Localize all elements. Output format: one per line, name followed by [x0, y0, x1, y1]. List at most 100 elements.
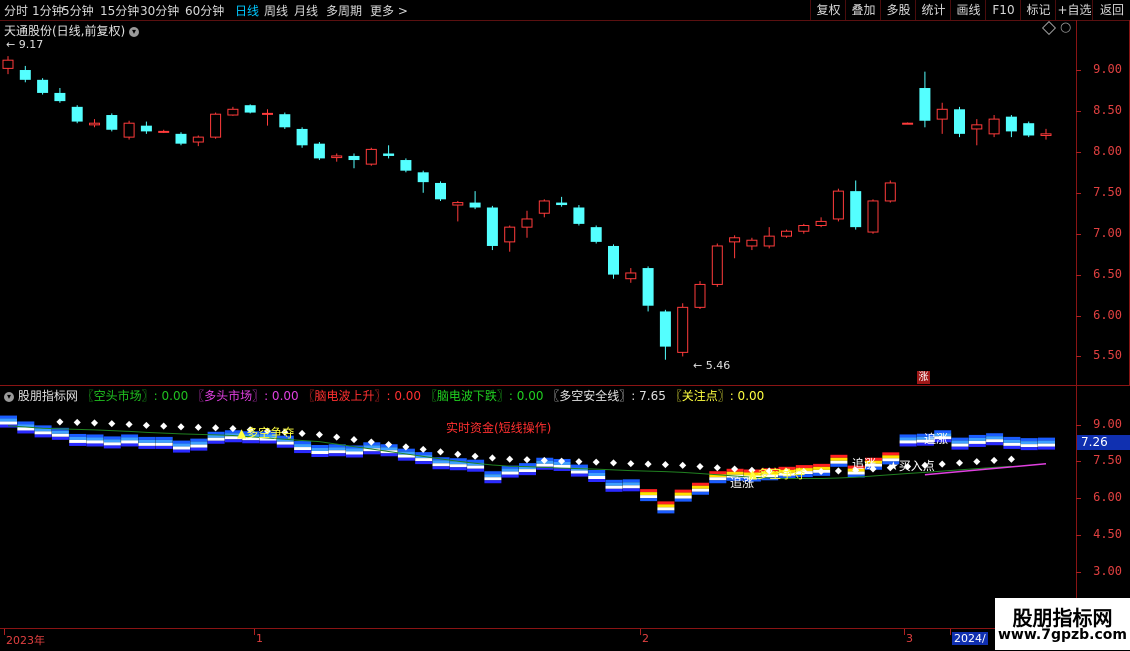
- toolbar-button-3[interactable]: 统计: [915, 0, 951, 20]
- candle: [573, 205, 585, 226]
- safety-dot: [609, 459, 618, 467]
- period-tab-2[interactable]: 5分钟: [62, 2, 94, 19]
- period-tab-9[interactable]: 多周期: [326, 2, 362, 19]
- ribbon-segment: [519, 463, 536, 476]
- safety-dot: [108, 420, 116, 428]
- period-tab-4[interactable]: 30分钟: [140, 2, 179, 19]
- chart-annotation: 实时资金(短线操作): [446, 421, 552, 435]
- toolbar-button-7[interactable]: +自选: [1055, 0, 1093, 20]
- ribbon-segment: [968, 434, 986, 447]
- period-tab-10[interactable]: 更多 >: [370, 2, 408, 19]
- ribbon-segment: [121, 434, 139, 447]
- period-tab-6[interactable]: 日线: [235, 2, 259, 19]
- safety-dot: [471, 452, 479, 460]
- safety-dot: [142, 421, 150, 429]
- toolbar-button-0[interactable]: 复权: [810, 0, 846, 20]
- price-tick-label: 8.50: [1093, 102, 1122, 117]
- indicator-tick-label: 9.00: [1093, 416, 1122, 431]
- toolbar-button-5[interactable]: F10: [985, 0, 1021, 20]
- price-tick-mark: [1076, 192, 1081, 194]
- candle: [106, 113, 118, 132]
- ribbon-segment: [657, 501, 675, 514]
- candle: [746, 237, 758, 251]
- candle: [729, 235, 741, 259]
- ribbon-segment: [173, 440, 190, 453]
- candle: [504, 225, 516, 252]
- safety-dot: [160, 422, 168, 430]
- safety-dot: [834, 467, 842, 475]
- period-tab-7[interactable]: 周线: [264, 2, 288, 19]
- candle: [383, 145, 395, 159]
- period-tab-5[interactable]: 60分钟: [185, 2, 224, 19]
- safety-dot: [696, 463, 704, 471]
- candle: [54, 88, 66, 103]
- ribbon-segment: [986, 433, 1004, 446]
- ribbon-segment: [501, 465, 519, 478]
- toolbar-button-4[interactable]: 画线: [950, 0, 986, 20]
- candle: [538, 199, 550, 218]
- safety-dot: [938, 460, 946, 468]
- candle: [919, 71, 931, 128]
- safety-dot: [298, 429, 306, 437]
- candlestick-chart[interactable]: [0, 20, 1076, 386]
- price-tick-mark: [1076, 151, 1081, 153]
- period-tab-3[interactable]: 15分钟: [100, 2, 139, 19]
- safety-dot: [990, 456, 998, 464]
- chart-annotation: ★买入点: [888, 459, 935, 473]
- date-label: 2024/: [952, 632, 988, 645]
- candle: [123, 120, 135, 140]
- candle: [954, 106, 965, 138]
- candle: [486, 205, 498, 251]
- ribbon-segment: [69, 433, 87, 446]
- chart-annotation: 追涨: [924, 432, 949, 446]
- high-price-label: ← 9.17: [6, 38, 44, 51]
- candle: [227, 106, 239, 116]
- candle: [521, 210, 533, 238]
- safety-dot: [1007, 455, 1015, 463]
- price-tick-label: 6.00: [1093, 307, 1122, 322]
- price-tick-label: 6.50: [1093, 266, 1122, 281]
- safety-dot: [955, 459, 964, 467]
- low-price-label: ← 5.46: [693, 359, 731, 372]
- indicator-tick-label: 4.50: [1093, 526, 1122, 541]
- candle: [210, 112, 222, 139]
- indicator-tick-mark: [1076, 424, 1081, 426]
- candle: [867, 199, 879, 234]
- candle: [1005, 115, 1017, 138]
- ribbon-segment: [138, 436, 156, 449]
- price-tick-mark: [1076, 315, 1081, 317]
- ribbon-segment: [605, 479, 623, 492]
- candle: [608, 244, 619, 279]
- toolbar-button-1[interactable]: 叠加: [845, 0, 881, 20]
- candle: [313, 142, 325, 161]
- price-tick-mark: [1076, 110, 1081, 112]
- ribbon-segment: [640, 489, 658, 502]
- candle: [694, 281, 706, 309]
- candle: [19, 65, 31, 83]
- indicator-tick-label: 3.00: [1093, 563, 1122, 578]
- ribbon-segment: [328, 444, 346, 457]
- date-label: 2023年: [6, 634, 45, 647]
- safety-dot: [575, 458, 583, 466]
- toolbar-button-8[interactable]: 返回: [1092, 0, 1130, 20]
- price-tick-label: 8.00: [1093, 143, 1122, 158]
- candle: [781, 229, 792, 238]
- indicator-tick-mark: [1076, 571, 1081, 573]
- chart-annotation: ▲多空争夺: [748, 467, 806, 481]
- candle: [642, 266, 654, 312]
- candle: [798, 223, 810, 234]
- toolbar-button-2[interactable]: 多股: [880, 0, 916, 20]
- period-tab-0[interactable]: 分时: [4, 2, 28, 19]
- ribbon-segment: [622, 479, 640, 492]
- period-tab-8[interactable]: 月线: [294, 2, 318, 19]
- toolbar-button-6[interactable]: 标记: [1020, 0, 1056, 20]
- candle: [175, 132, 187, 146]
- safety-dot: [627, 460, 635, 468]
- ribbon-segment: [103, 436, 121, 449]
- ribbon-segment: [51, 427, 69, 440]
- high-price-value: 9.17: [18, 38, 44, 51]
- candle: [902, 122, 914, 125]
- safety-dot: [506, 455, 514, 463]
- ribbon-segment: [951, 437, 969, 450]
- period-tab-1[interactable]: 1分钟: [32, 2, 64, 19]
